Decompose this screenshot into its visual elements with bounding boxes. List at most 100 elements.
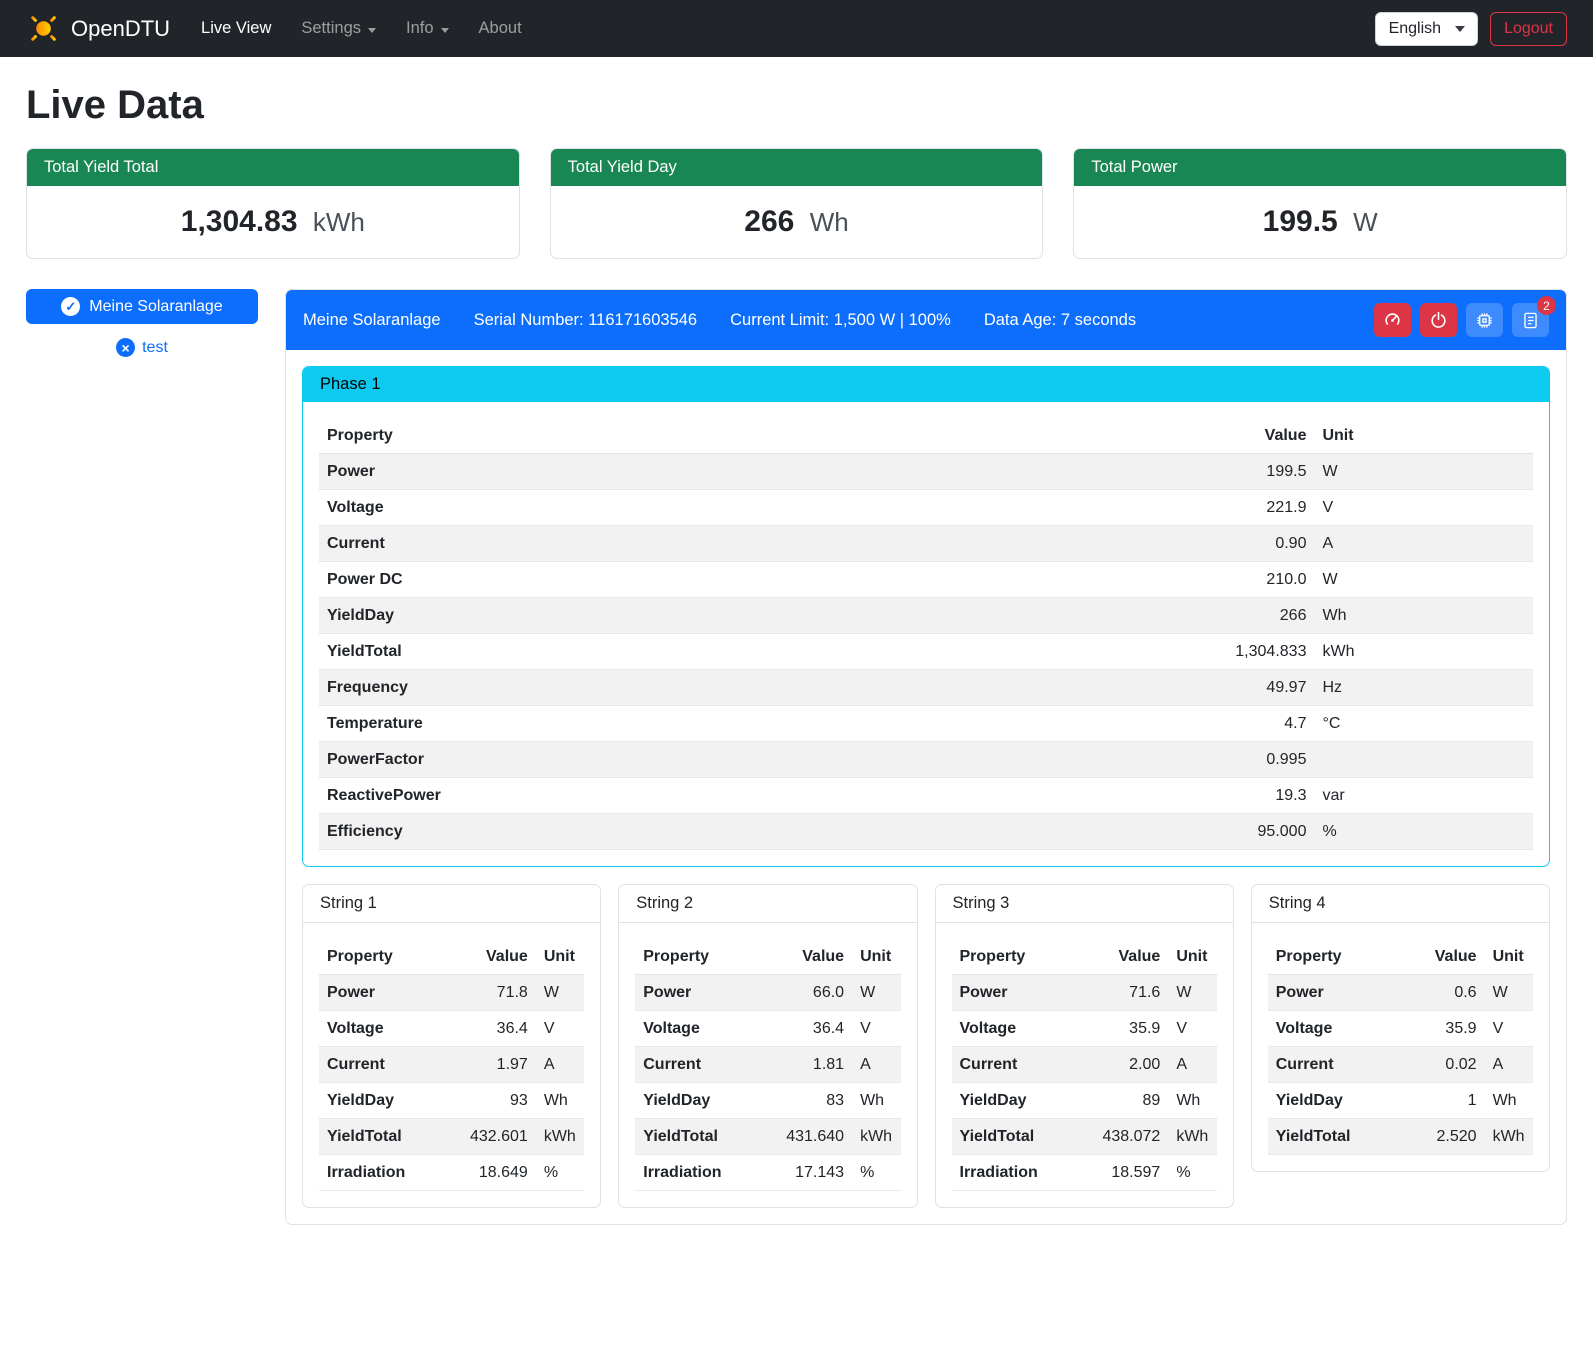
table-header-row: Property Value Unit — [1268, 939, 1533, 975]
table-row: Voltage35.9V — [1268, 1011, 1533, 1047]
nav-info[interactable]: Info — [391, 11, 464, 46]
current-limit: Current Limit: 1,500 W | 100% — [730, 311, 951, 330]
power-button[interactable] — [1420, 303, 1457, 337]
table-row: YieldTotal2.520kWh — [1268, 1119, 1533, 1155]
column-unit: Unit — [1314, 418, 1533, 454]
chevron-down-icon — [368, 28, 376, 33]
string-table: Property Value Unit Power71.8WVoltage36.… — [319, 939, 584, 1191]
power-icon — [1429, 311, 1448, 330]
cell-val: 17.143 — [756, 1155, 852, 1191]
table-row: Temperature4.7°C — [319, 706, 1533, 742]
nav-live-view[interactable]: Live View — [186, 11, 286, 46]
string-table: Property Value Unit Power66.0WVoltage36.… — [635, 939, 900, 1191]
cell-prop: YieldDay — [635, 1083, 755, 1119]
cell-prop: Voltage — [952, 1011, 1072, 1047]
string-card-4: String 4 Property Value Unit Power0.6WVo… — [1251, 884, 1550, 1172]
column-property: Property — [635, 939, 755, 975]
brand[interactable]: OpenDTU — [26, 11, 170, 46]
table-header-row: Property Value Unit — [319, 418, 1533, 454]
table-row: YieldTotal438.072kWh — [952, 1119, 1217, 1155]
nav-settings[interactable]: Settings — [286, 11, 391, 46]
journal-icon — [1521, 311, 1540, 330]
cell-val: 2.520 — [1388, 1119, 1484, 1155]
device-info-button[interactable] — [1466, 303, 1503, 337]
cell-prop: YieldTotal — [319, 634, 1072, 670]
gauge-icon — [1383, 311, 1402, 330]
cell-unit: V — [1314, 490, 1533, 526]
cell-unit: Hz — [1314, 670, 1533, 706]
limit-settings-button[interactable] — [1374, 303, 1411, 337]
page-title: Live Data — [26, 83, 1567, 128]
cell-unit: kWh — [1485, 1119, 1533, 1155]
language-select[interactable]: English — [1375, 12, 1478, 46]
string-title: String 4 — [1252, 885, 1549, 923]
table-row: Current1.97A — [319, 1047, 584, 1083]
summary-card-body: 199.5 W — [1074, 186, 1566, 258]
cell-unit: % — [1168, 1155, 1216, 1191]
cell-val: 0.995 — [1072, 742, 1315, 778]
table-row: Power199.5W — [319, 454, 1533, 490]
table-row: Power71.6W — [952, 975, 1217, 1011]
cell-unit: A — [852, 1047, 900, 1083]
cell-prop: PowerFactor — [319, 742, 1072, 778]
cell-unit: Wh — [1314, 598, 1533, 634]
column-value: Value — [1072, 418, 1315, 454]
string-body: Property Value Unit Power71.6WVoltage35.… — [936, 923, 1233, 1207]
string-body: Property Value Unit Power66.0WVoltage36.… — [619, 923, 916, 1207]
summary-value: 199.5 — [1263, 205, 1338, 238]
column-value: Value — [439, 939, 535, 975]
phase-body: Property Value Unit Power199.5WVoltage22… — [303, 402, 1549, 866]
cell-val: 0.6 — [1388, 975, 1484, 1011]
cell-prop: Frequency — [319, 670, 1072, 706]
table-row: YieldDay266Wh — [319, 598, 1533, 634]
cell-prop: Power DC — [319, 562, 1072, 598]
table-row: Current0.90A — [319, 526, 1533, 562]
cell-val: 89 — [1072, 1083, 1168, 1119]
inverter-panel-header: Meine Solaranlage Serial Number: 1161716… — [286, 290, 1566, 350]
cell-unit: V — [536, 1011, 584, 1047]
table-row: Current2.00A — [952, 1047, 1217, 1083]
x-circle-icon[interactable]: × — [116, 338, 135, 357]
phase-title: Phase 1 — [303, 367, 1549, 402]
cell-prop: YieldTotal — [635, 1119, 755, 1155]
inverter-select-button[interactable]: ✓ Meine Solaranlage — [26, 289, 258, 324]
inverter-list-item: × test — [26, 338, 258, 357]
cell-unit: W — [536, 975, 584, 1011]
table-header-row: Property Value Unit — [952, 939, 1217, 975]
summary-card-body: 1,304.83 kWh — [27, 186, 519, 258]
string-body: Property Value Unit Power0.6WVoltage35.9… — [1252, 923, 1549, 1171]
summary-card-title: Total Yield Day — [551, 149, 1043, 186]
summary-unit: W — [1353, 207, 1378, 237]
cell-prop: Current — [319, 526, 1072, 562]
string-table: Property Value Unit Power71.6WVoltage35.… — [952, 939, 1217, 1191]
nav-about[interactable]: About — [464, 11, 537, 46]
cell-val: 199.5 — [1072, 454, 1315, 490]
cell-val: 1 — [1388, 1083, 1484, 1119]
cell-prop: YieldDay — [319, 598, 1072, 634]
cell-val: 266 — [1072, 598, 1315, 634]
table-row: YieldDay83Wh — [635, 1083, 900, 1119]
table-row: Power66.0W — [635, 975, 900, 1011]
table-header-row: Property Value Unit — [635, 939, 900, 975]
summary-card-total-yield-total: Total Yield Total 1,304.83 kWh — [26, 148, 520, 259]
cell-prop: YieldDay — [1268, 1083, 1388, 1119]
cell-prop: Power — [952, 975, 1072, 1011]
cell-unit: kWh — [852, 1119, 900, 1155]
cell-val: 93 — [439, 1083, 535, 1119]
cell-unit: kWh — [1168, 1119, 1216, 1155]
inverter-link-test[interactable]: test — [142, 339, 168, 357]
column-property: Property — [1268, 939, 1388, 975]
table-row: Current0.02A — [1268, 1047, 1533, 1083]
event-log-button[interactable]: 2 — [1512, 303, 1549, 337]
cell-val: 2.00 — [1072, 1047, 1168, 1083]
cell-unit: kWh — [1314, 634, 1533, 670]
string-table-body: Power66.0WVoltage36.4VCurrent1.81AYieldD… — [635, 975, 900, 1191]
phase-card: Phase 1 Property Value Unit Power199.5WV… — [302, 366, 1550, 867]
nav-right: English Logout — [1375, 12, 1567, 46]
cell-unit: Wh — [1168, 1083, 1216, 1119]
logout-button[interactable]: Logout — [1490, 12, 1567, 46]
cell-prop: Irradiation — [635, 1155, 755, 1191]
event-count-badge: 2 — [1537, 296, 1556, 315]
table-row: Irradiation18.649% — [319, 1155, 584, 1191]
cell-prop: YieldDay — [952, 1083, 1072, 1119]
